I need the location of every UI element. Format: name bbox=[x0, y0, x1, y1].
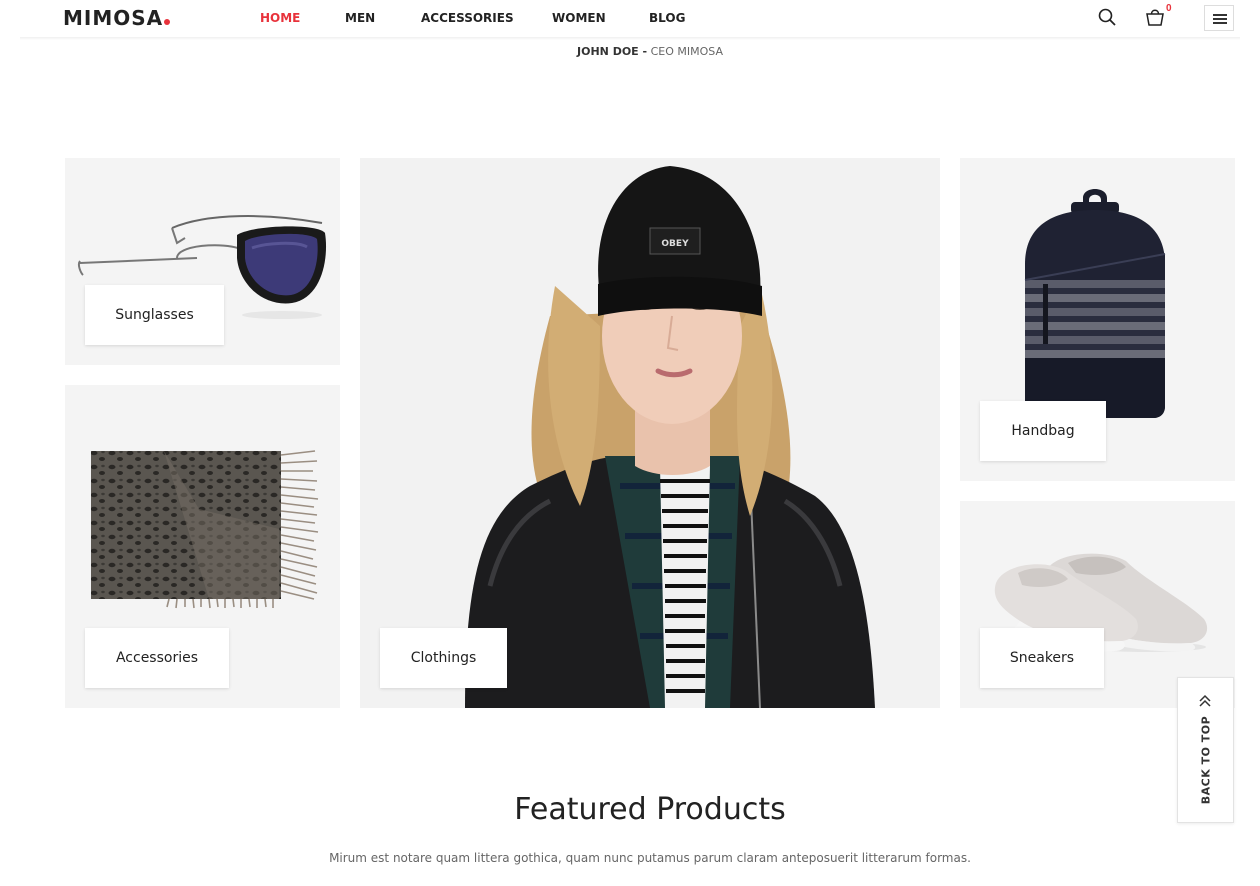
logo-dot bbox=[164, 19, 171, 25]
testimonial-role: CEO MIMOSA bbox=[650, 45, 723, 58]
featured-products-title: Featured Products bbox=[514, 792, 786, 827]
category-label-sneakers[interactable]: Sneakers bbox=[980, 628, 1104, 688]
category-tile-accessories[interactable]: Accessories bbox=[65, 385, 340, 708]
nav-blog[interactable]: BLOG bbox=[649, 11, 685, 25]
logo-text: MIMOSA bbox=[63, 6, 164, 30]
testimonial-author: JOHN DOE - CEO MIMOSA bbox=[0, 45, 1260, 58]
category-label-handbag[interactable]: Handbag bbox=[980, 401, 1106, 461]
hamburger-line bbox=[1213, 18, 1227, 20]
nav-home[interactable]: HOME bbox=[260, 11, 300, 25]
cart-count-badge: 0 bbox=[1166, 3, 1172, 14]
hamburger-menu-button[interactable] bbox=[1204, 5, 1234, 31]
nav-men[interactable]: MEN bbox=[345, 11, 375, 25]
category-tile-sunglasses[interactable]: Sunglasses bbox=[65, 158, 340, 365]
featured-products-subtitle: Mirum est notare quam littera gothica, q… bbox=[329, 851, 971, 865]
header-divider bbox=[20, 37, 1240, 40]
hamburger-line bbox=[1213, 22, 1227, 24]
svg-text:OBEY: OBEY bbox=[661, 239, 689, 249]
nav-accessories[interactable]: ACCESSORIES bbox=[421, 11, 514, 25]
hamburger-menu-icon bbox=[1213, 14, 1227, 16]
category-label-sunglasses[interactable]: Sunglasses bbox=[85, 285, 224, 345]
category-label-accessories[interactable]: Accessories bbox=[85, 628, 229, 688]
search-icon[interactable] bbox=[1098, 8, 1116, 26]
model-with-beanie-and-jacket-image: OBEY bbox=[465, 166, 875, 708]
cart-icon[interactable] bbox=[1145, 7, 1165, 27]
category-label-clothings[interactable]: Clothings bbox=[380, 628, 507, 688]
category-tile-handbag[interactable]: Handbag bbox=[960, 158, 1235, 481]
nav-women[interactable]: WOMEN bbox=[552, 11, 606, 25]
site-header: MIMOSA HOME MEN ACCESSORIES WOMEN BLOG 0 bbox=[0, 0, 1260, 38]
back-to-top-label: BACK TO TOP bbox=[1199, 715, 1213, 805]
testimonial-name: JOHN DOE - bbox=[577, 45, 648, 58]
backpack-image bbox=[1024, 189, 1166, 418]
logo[interactable]: MIMOSA bbox=[63, 6, 171, 30]
category-tile-clothings[interactable]: OBEY Clothings bbox=[360, 158, 940, 708]
scarf-image bbox=[91, 450, 319, 609]
double-chevron-up-icon bbox=[1199, 694, 1211, 707]
